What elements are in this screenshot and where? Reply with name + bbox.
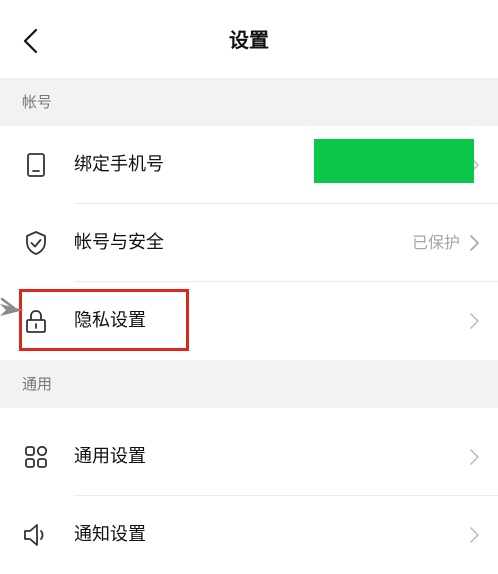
notification-settings-label: 通知设置: [74, 524, 146, 545]
speaker-icon: [24, 524, 44, 546]
shield-check-icon: [26, 231, 46, 255]
bind-phone-label: 绑定手机号: [74, 154, 164, 175]
section-header-account: 帐号: [0, 78, 498, 126]
chevron-right-icon: [470, 235, 479, 251]
redaction-overlay: [314, 139, 474, 183]
general-settings-label: 通用设置: [74, 446, 146, 467]
account-security-label: 帐号与安全: [74, 232, 164, 253]
chevron-right-icon: [470, 449, 479, 465]
grid-icon: [25, 445, 48, 468]
account-security-status: 已保护: [411, 233, 460, 252]
highlight-box: [19, 289, 189, 351]
pointer-arrow-icon: [0, 297, 24, 316]
navigation-bar: 设置: [0, 0, 498, 78]
page-title: 设置: [229, 28, 269, 52]
account-security-row[interactable]: 帐号与安全 已保护: [0, 204, 498, 282]
chevron-right-icon: [470, 313, 479, 329]
notification-settings-row[interactable]: 通知设置: [0, 496, 498, 574]
phone-icon: [27, 153, 45, 177]
section-header-general: 通用: [0, 360, 498, 408]
general-settings-row[interactable]: 通用设置: [0, 418, 498, 496]
chevron-right-icon: [470, 527, 479, 543]
